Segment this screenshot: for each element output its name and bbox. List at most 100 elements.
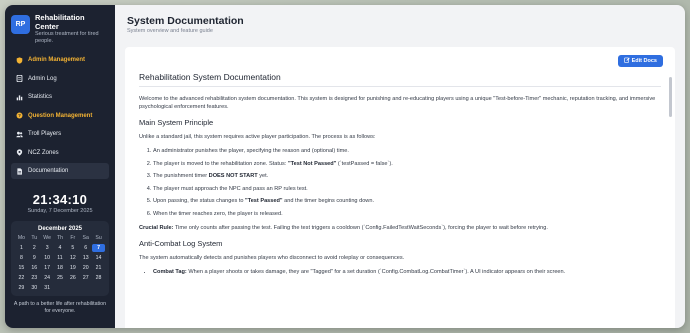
process-steps-list: An administrator punishes the player, sp… (139, 147, 661, 218)
section-intro: Unlike a standard jail, this system requ… (139, 134, 376, 140)
calendar-day[interactable]: 1 (15, 244, 28, 252)
documentation-card[interactable]: Edit Docs Rehabilitation System Document… (125, 47, 675, 328)
calendar-day[interactable]: 23 (28, 274, 41, 282)
calendar-day[interactable]: 25 (54, 274, 67, 282)
calendar-day-today[interactable]: 7 (92, 243, 105, 252)
users-icon (16, 131, 23, 138)
sidebar-item-ncz-zones[interactable]: NCZ Zones (11, 145, 109, 161)
doc-intro: Welcome to the advanced rehabilitation s… (139, 96, 656, 110)
section-heading-main-principle: Main System Principle (139, 118, 214, 127)
calendar-day[interactable]: 21 (92, 264, 105, 272)
calendar-weekday: We (43, 234, 51, 241)
sidebar-item-statistics[interactable]: Statistics (11, 89, 109, 105)
page-title: System Documentation (127, 15, 244, 27)
list-item: The player is moved to the rehabilitatio… (153, 160, 661, 168)
log-icon (16, 75, 23, 82)
calendar-weekday: Su (95, 234, 102, 241)
calendar-day[interactable]: 22 (15, 274, 28, 282)
calendar-day[interactable]: 19 (66, 264, 79, 272)
calendar-weekday: Mo (17, 234, 26, 241)
calendar-weekday: Fr (70, 234, 76, 241)
calendar-title: December 2025 (37, 225, 83, 232)
calendar-grid: Mo Tu We Th Fr Sa Su 1 2 3 4 5 6 7 8 9 10 11 12 13 14 15 16 17 1… (15, 234, 105, 293)
sidebar-item-question-management[interactable]: ? Question Management (11, 108, 109, 124)
crucial-rule: Crucial Rule: Time only counts after pas… (139, 224, 548, 231)
sidebar-footer: A path to a better life after rehabilita… (13, 301, 107, 314)
section-intro: The system automatically detects and pun… (139, 254, 405, 261)
sidebar-item-label: NCZ Zones (28, 149, 59, 156)
edit-docs-label: Edit Docs (631, 58, 657, 64)
doc-title: Rehabilitation System Documentation (139, 72, 281, 82)
scrollbar[interactable] (669, 77, 672, 177)
edit-icon (623, 57, 630, 65)
main-content: System Documentation System overview and… (115, 5, 685, 328)
sidebar-nav: Admin Management Admin Log Statistics ? … (11, 52, 109, 182)
calendar-day[interactable]: 18 (54, 264, 67, 272)
calendar-day[interactable]: 10 (41, 254, 54, 262)
calendar-day[interactable]: 31 (41, 284, 54, 292)
calendar-day[interactable]: 26 (66, 274, 79, 282)
list-item: An administrator punishes the player, sp… (153, 147, 661, 155)
app-subtitle: Serious treatment for tired people. (35, 31, 99, 44)
question-icon: ? (16, 112, 23, 119)
sidebar-item-troll-players[interactable]: Troll Players (11, 126, 109, 142)
calendar-day[interactable]: 28 (92, 274, 105, 282)
page-subtitle: System overview and feature guide (127, 28, 213, 34)
calendar-weekday: Sa (82, 234, 89, 241)
clock-widget: 21:34:10 Sunday, 7 December 2025 (11, 192, 109, 214)
sidebar-item-label: Question Management (28, 112, 93, 119)
sidebar-item-label: Documentation (28, 168, 69, 174)
list-item: The player must approach the NPC and pas… (153, 185, 661, 193)
scrollbar-thumb[interactable] (669, 77, 672, 117)
section-heading-anti-combat-log: Anti-Combat Log System (139, 238, 223, 248)
svg-text:?: ? (18, 113, 21, 118)
calendar-day[interactable]: 3 (41, 244, 54, 252)
list-item: Upon passing, the status changes to "Tes… (153, 197, 661, 205)
doc-icon (16, 167, 23, 175)
app-logo: RP (11, 15, 30, 34)
calendar-day[interactable]: 16 (28, 264, 41, 272)
sidebar-item-label: Statistics (28, 94, 53, 100)
sidebar-item-admin-management[interactable]: Admin Management (11, 52, 109, 68)
sidebar-item-label: Troll Players (28, 131, 62, 137)
calendar-day[interactable]: 29 (15, 284, 28, 292)
sidebar-item-documentation[interactable]: Documentation (11, 163, 109, 179)
shield-icon (16, 56, 23, 64)
zone-icon (16, 149, 23, 156)
sidebar-item-label: Admin Management (28, 57, 86, 63)
page-header: System Documentation System overview and… (115, 5, 685, 47)
sidebar-item-label: Admin Log (28, 75, 57, 82)
calendar-day[interactable]: 27 (79, 274, 92, 282)
calendar-day[interactable]: 4 (54, 244, 67, 252)
calendar-day[interactable]: 5 (66, 244, 79, 252)
doc-body: Rehabilitation System Documentation Welc… (139, 73, 661, 276)
chart-icon (16, 94, 23, 101)
clock-date: Sunday, 7 December 2025 (27, 207, 93, 214)
clock-time: 21:34:10 (32, 191, 88, 207)
list-item: Combat Tag: When a player shoots or take… (153, 268, 661, 276)
calendar-day[interactable]: 8 (15, 254, 28, 262)
calendar-day[interactable]: 14 (92, 254, 105, 262)
calendar-day[interactable]: 6 (79, 244, 92, 252)
calendar-day[interactable]: 13 (79, 254, 92, 262)
sidebar: RP Rehabilitation Center Serious treatme… (5, 5, 115, 328)
edit-docs-button[interactable]: Edit Docs (617, 55, 663, 67)
calendar-day[interactable]: 11 (54, 254, 67, 262)
calendar-weekday: Tu (31, 234, 38, 241)
combat-features-list: Combat Tag: When a player shoots or take… (139, 268, 661, 276)
calendar-day[interactable]: 30 (28, 284, 41, 292)
calendar-day[interactable]: 20 (79, 264, 92, 272)
brand: RP Rehabilitation Center Serious treatme… (11, 13, 109, 44)
calendar-day[interactable]: 17 (41, 264, 54, 272)
calendar-day[interactable]: 15 (15, 264, 28, 272)
calendar-day[interactable]: 9 (28, 254, 41, 262)
list-item: When the timer reaches zero, the player … (153, 210, 661, 218)
sidebar-item-admin-log[interactable]: Admin Log (11, 71, 109, 87)
doc-divider (139, 86, 661, 87)
calendar-weekday: Th (56, 234, 64, 241)
app-title: Rehabilitation Center (35, 13, 85, 31)
calendar-day[interactable]: 24 (41, 274, 54, 282)
calendar-day[interactable]: 2 (28, 244, 41, 252)
calendar-day[interactable]: 12 (66, 254, 79, 262)
app-window: RP Rehabilitation Center Serious treatme… (5, 5, 685, 328)
